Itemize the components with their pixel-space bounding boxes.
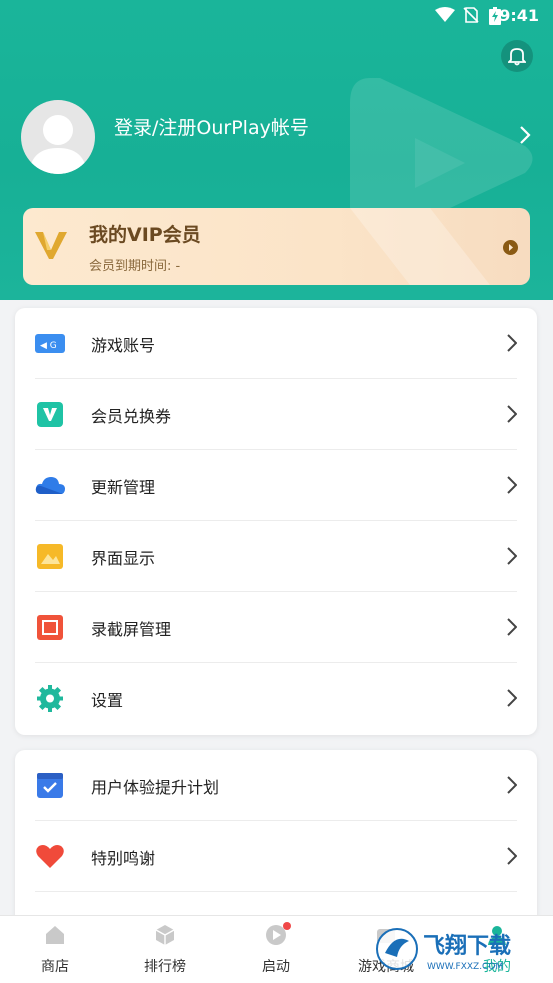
store-icon: [46, 926, 64, 944]
menu-item-label: 设置: [91, 691, 124, 710]
game-account-icon: ◀ G: [35, 334, 65, 353]
chevron-right-icon: [507, 776, 517, 794]
bell-icon: [508, 48, 526, 66]
chevron-right-icon: [507, 847, 517, 865]
login-register-link[interactable]: 登录/注册OurPlay帐号: [114, 113, 309, 140]
tab-ranking[interactable]: 排行榜: [110, 916, 220, 983]
screen-record-icon: [37, 615, 63, 640]
no-sim-icon: [463, 7, 479, 23]
chevron-right-icon: [507, 618, 517, 636]
chevron-right-icon: [507, 547, 517, 565]
display-icon: [37, 544, 63, 569]
ux-plan-icon: [37, 773, 63, 798]
vip-coupon-icon: [37, 402, 63, 427]
menu-item-label: 特别鸣谢: [91, 849, 156, 868]
menu-item-special-thanks[interactable]: 特别鸣谢: [15, 821, 537, 892]
menu-item-label: 界面显示: [91, 549, 156, 568]
notification-dot: [283, 922, 291, 930]
watermark-url: WWW.FXXZ.COM: [427, 962, 503, 972]
chevron-right-icon: [507, 405, 517, 423]
menu-item-label: 录截屏管理: [91, 620, 172, 639]
tab-label: 启动: [262, 959, 290, 975]
watermark-bird-icon: 飞翔下载 WWW.FXXZ.COM: [376, 928, 511, 972]
settings-gear-icon: [37, 685, 63, 712]
status-time: 9:41: [499, 6, 539, 25]
menu-item-settings[interactable]: 设置: [15, 663, 537, 734]
tab-label: 商店: [41, 959, 69, 975]
wifi-icon: [435, 7, 455, 22]
vip-decoration: [350, 208, 490, 285]
menu-item-label: 用户体验提升计划: [91, 778, 220, 797]
menu-item-game-account[interactable]: ◀ G 游戏账号: [15, 308, 537, 379]
chevron-right-icon: [509, 244, 513, 251]
vip-logo-icon: [35, 232, 67, 259]
ranking-icon: [155, 925, 175, 945]
menu-item-ux-plan[interactable]: 用户体验提升计划: [15, 750, 537, 821]
menu-item-label: 游戏账号: [91, 336, 156, 355]
menu-item-label: 更新管理: [91, 478, 156, 497]
menu-item-update-management[interactable]: 更新管理: [15, 450, 537, 521]
notification-bell-button[interactable]: [501, 40, 533, 72]
vip-go-button[interactable]: [503, 240, 518, 255]
heart-icon: [36, 845, 64, 868]
chevron-right-icon: [507, 476, 517, 494]
default-avatar-icon: [29, 115, 87, 174]
chevron-right-icon[interactable]: [519, 125, 531, 145]
main-menu-card: ◀ G 游戏账号 会员兑换券 更新管理 界面显示 录截屏管理 设置: [15, 308, 537, 735]
menu-item-screen-record[interactable]: 录截屏管理: [15, 592, 537, 663]
vip-title: 我的VIP会员: [89, 224, 201, 246]
chevron-right-icon: [507, 689, 517, 707]
tab-label: 排行榜: [144, 959, 186, 975]
tab-store[interactable]: 商店: [0, 916, 110, 983]
svg-text:◀ G: ◀ G: [40, 341, 57, 351]
watermark-text: 飞翔下载: [423, 933, 511, 959]
chevron-right-icon: [507, 334, 517, 352]
menu-item-display[interactable]: 界面显示: [15, 521, 537, 592]
vip-expiry: 会员到期时间: -: [89, 259, 181, 274]
avatar[interactable]: [21, 100, 95, 174]
menu-item-vip-coupon[interactable]: 会员兑换券: [15, 379, 537, 450]
status-bar: 9:41: [0, 0, 553, 32]
cloud-update-icon: [35, 477, 65, 494]
bottom-tab-bar: 商店 排行榜 启动 游戏商城 我的 飞翔下载 WWW.FXXZ.COM: [0, 915, 553, 983]
tab-launch[interactable]: 启动: [221, 916, 331, 983]
vip-card[interactable]: 我的VIP会员 会员到期时间: -: [23, 208, 530, 285]
watermark-logo: 飞翔下载 WWW.FXXZ.COM: [375, 923, 545, 975]
menu-item-label: 会员兑换券: [91, 407, 172, 426]
